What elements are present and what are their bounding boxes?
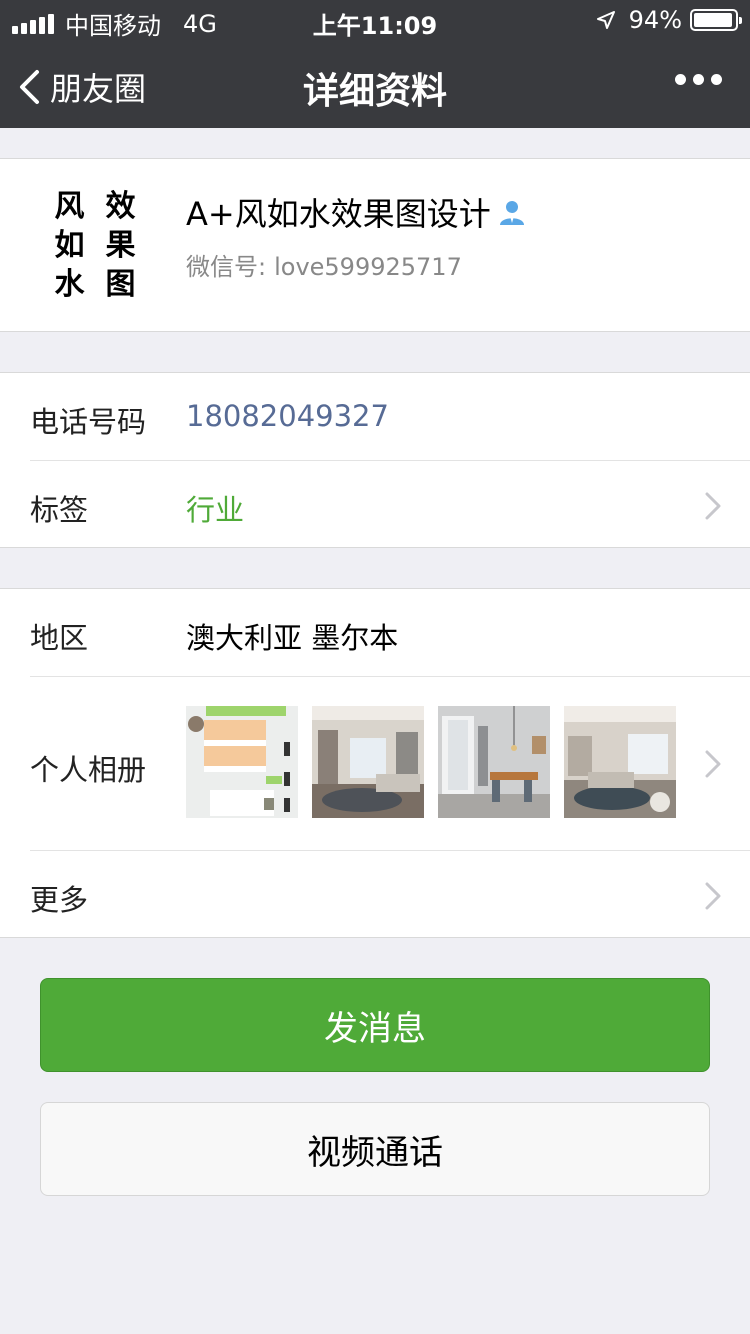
send-message-button[interactable]: 发消息 bbox=[40, 978, 710, 1072]
chevron-right-icon bbox=[705, 750, 721, 778]
avatar[interactable]: 风 效 如 果 水 图 bbox=[30, 181, 160, 311]
tag-label: 标签 bbox=[30, 493, 89, 527]
battery-percent: 94% bbox=[628, 6, 682, 34]
video-call-button[interactable]: 视频通话 bbox=[40, 1102, 710, 1196]
album-thumbnails[interactable] bbox=[186, 706, 690, 818]
chevron-right-icon bbox=[705, 882, 721, 910]
person-icon bbox=[499, 201, 524, 225]
profile-name: A+风如水效果图设计 bbox=[186, 189, 527, 235]
region-label: 地区 bbox=[30, 621, 89, 655]
contact-info-section: 电话号码 18082049327 标签 行业 bbox=[0, 372, 750, 548]
more-label: 更多 bbox=[30, 883, 89, 917]
page-title: 详细资料 bbox=[302, 71, 447, 112]
location-arrow-icon bbox=[596, 11, 615, 29]
chevron-right-icon bbox=[705, 492, 721, 520]
region-value: 澳大利亚 墨尔本 bbox=[186, 621, 399, 655]
album-photo-chat-screenshot[interactable] bbox=[186, 706, 298, 818]
phone-label: 电话号码 bbox=[30, 405, 147, 439]
region-row: 地区 澳大利亚 墨尔本 bbox=[0, 589, 750, 677]
status-bar: 中国移动 4G 上午11:09 94% bbox=[0, 0, 750, 40]
album-photo-lounge[interactable] bbox=[564, 706, 676, 818]
wechat-id: 微信号: love599925717 bbox=[186, 253, 462, 281]
tag-row[interactable]: 标签 行业 bbox=[0, 461, 750, 549]
album-photo-living-room[interactable] bbox=[312, 706, 424, 818]
album-photo-dining-room[interactable] bbox=[438, 706, 550, 818]
album-label: 个人相册 bbox=[30, 753, 147, 787]
phone-number[interactable]: 18082049327 bbox=[186, 399, 389, 433]
profile-card: 风 效 如 果 水 图 A+风如水效果图设计 微信号: love599925717 bbox=[0, 158, 750, 332]
tag-value: 行业 bbox=[186, 493, 245, 527]
phone-row[interactable]: 电话号码 18082049327 bbox=[0, 373, 750, 461]
more-options-icon[interactable] bbox=[668, 74, 722, 85]
navigation-bar: 朋友圈 详细资料 bbox=[0, 40, 750, 128]
more-row[interactable]: 更多 bbox=[0, 851, 750, 939]
battery-icon bbox=[690, 9, 742, 31]
